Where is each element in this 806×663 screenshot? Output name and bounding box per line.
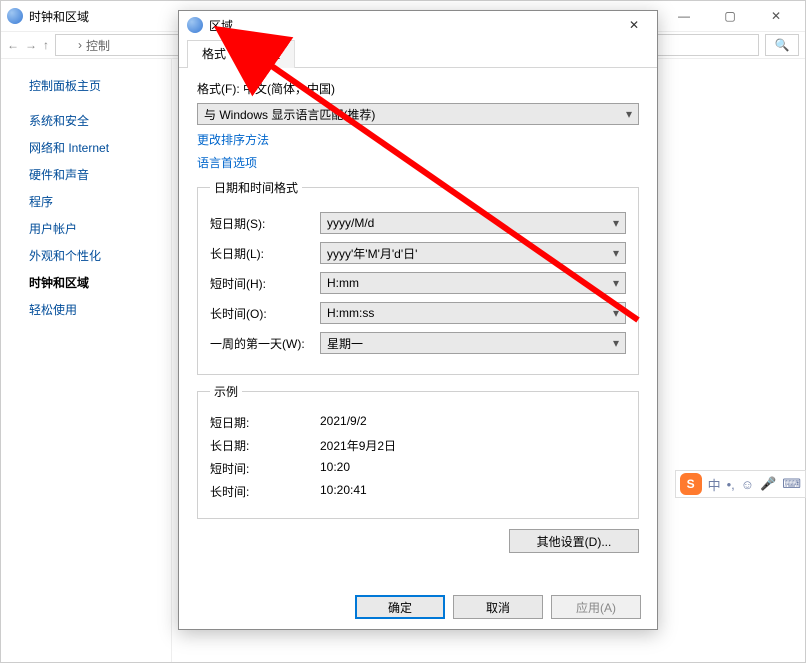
sidebar-item-hardware-sound[interactable]: 硬件和声音 xyxy=(29,166,161,183)
breadcrumb-chevron: › xyxy=(78,38,82,52)
ime-lang-button[interactable]: 中 xyxy=(708,475,721,494)
sidebar-item-appearance[interactable]: 外观和个性化 xyxy=(29,247,161,264)
maximize-button[interactable]: ▢ xyxy=(707,1,753,31)
dialog-title: 区域 xyxy=(209,17,619,34)
tab-formats[interactable]: 格式 xyxy=(187,40,241,68)
dialog-footer: 确定 取消 应用(A) xyxy=(347,595,641,619)
long-time-select[interactable]: H:mm:ss▾ xyxy=(320,302,626,324)
sidebar-item-system-security[interactable]: 系统和安全 xyxy=(29,112,161,129)
sidebar: 控制面板主页 系统和安全 网络和 Internet 硬件和声音 程序 用户帐户 … xyxy=(1,59,171,662)
sidebar-item-clock-region[interactable]: 时钟和区域 xyxy=(29,274,161,291)
sidebar-item-programs[interactable]: 程序 xyxy=(29,193,161,210)
back-button[interactable]: ← xyxy=(7,38,19,52)
format-label: 格式(F): 中文(简体，中国) xyxy=(197,80,335,97)
long-date-select[interactable]: yyyy'年'M'月'd'日'▾ xyxy=(320,242,626,264)
dialog-titlebar: 区域 ✕ xyxy=(179,11,657,39)
sidebar-item-network[interactable]: 网络和 Internet xyxy=(29,139,161,156)
examples-legend: 示例 xyxy=(210,383,242,400)
control-panel-home[interactable]: 控制面板主页 xyxy=(29,77,161,94)
date-time-formats-group: 日期和时间格式 短日期(S): yyyy/M/d▾ 长日期(L): yyyy'年… xyxy=(197,179,639,375)
chevron-down-icon: ▾ xyxy=(613,306,619,320)
ex-short-time-label: 短时间: xyxy=(210,460,320,477)
chevron-down-icon: ▾ xyxy=(626,107,632,121)
long-date-label: 长日期(L): xyxy=(210,245,320,262)
apply-button[interactable]: 应用(A) xyxy=(551,595,641,619)
dialog-tabs: 格式 管理 xyxy=(179,39,657,68)
ex-short-date-label: 短日期: xyxy=(210,414,320,431)
ex-long-date-label: 长日期: xyxy=(210,437,320,454)
ex-short-date-value: 2021/9/2 xyxy=(320,414,367,431)
globe-icon xyxy=(187,17,203,33)
region-dialog: 区域 ✕ 格式 管理 格式(F): 中文(简体，中国) 与 Windows 显示… xyxy=(178,10,658,630)
ok-button[interactable]: 确定 xyxy=(355,595,445,619)
short-time-select[interactable]: H:mm▾ xyxy=(320,272,626,294)
chevron-down-icon: ▾ xyxy=(613,246,619,260)
ime-punct-button[interactable]: •, xyxy=(727,477,735,492)
ex-long-date-value: 2021年9月2日 xyxy=(320,437,396,454)
search-button[interactable]: 🔍 xyxy=(765,34,799,56)
sidebar-item-ease-of-access[interactable]: 轻松使用 xyxy=(29,301,161,318)
ime-mic-button[interactable]: 🎤 xyxy=(760,476,776,492)
sidebar-item-user-accounts[interactable]: 用户帐户 xyxy=(29,220,161,237)
ex-short-time-value: 10:20 xyxy=(320,460,350,477)
other-settings-button[interactable]: 其他设置(D)... xyxy=(509,529,639,553)
globe-icon xyxy=(60,38,74,52)
chevron-down-icon: ▾ xyxy=(613,276,619,290)
ex-long-time-value: 10:20:41 xyxy=(320,483,367,500)
clock-region-icon xyxy=(7,8,23,24)
ex-long-time-label: 长时间: xyxy=(210,483,320,500)
short-date-label: 短日期(S): xyxy=(210,215,320,232)
format-select[interactable]: 与 Windows 显示语言匹配(推荐) ▾ xyxy=(197,103,639,125)
cancel-button[interactable]: 取消 xyxy=(453,595,543,619)
link-change-sort[interactable]: 更改排序方法 xyxy=(197,131,639,148)
forward-button[interactable]: → xyxy=(25,38,37,52)
sogou-ime-icon[interactable]: S xyxy=(680,473,702,495)
ime-emoji-button[interactable]: ☺ xyxy=(741,477,754,492)
ime-dock: S 中 •, ☺ 🎤 ⌨ xyxy=(675,470,806,498)
format-select-value: 与 Windows 显示语言匹配(推荐) xyxy=(204,106,375,123)
ime-keyboard-button[interactable]: ⌨ xyxy=(782,476,801,492)
up-button[interactable]: ↑ xyxy=(43,38,49,52)
link-language-prefs[interactable]: 语言首选项 xyxy=(197,154,639,171)
tab-admin[interactable]: 管理 xyxy=(241,40,295,68)
date-time-formats-legend: 日期和时间格式 xyxy=(210,179,302,196)
short-time-label: 短时间(H): xyxy=(210,275,320,292)
first-day-select[interactable]: 星期一▾ xyxy=(320,332,626,354)
chevron-down-icon: ▾ xyxy=(613,216,619,230)
dialog-close-button[interactable]: ✕ xyxy=(619,18,649,32)
examples-group: 示例 短日期:2021/9/2 长日期:2021年9月2日 短时间:10:20 … xyxy=(197,383,639,519)
first-day-label: 一周的第一天(W): xyxy=(210,335,320,352)
minimize-button[interactable]: — xyxy=(661,1,707,31)
parent-title: 时钟和区域 xyxy=(29,8,89,25)
short-date-select[interactable]: yyyy/M/d▾ xyxy=(320,212,626,234)
long-time-label: 长时间(O): xyxy=(210,305,320,322)
close-button[interactable]: ✕ xyxy=(753,1,799,31)
breadcrumb-text: 控制 xyxy=(86,37,110,54)
chevron-down-icon: ▾ xyxy=(613,336,619,350)
